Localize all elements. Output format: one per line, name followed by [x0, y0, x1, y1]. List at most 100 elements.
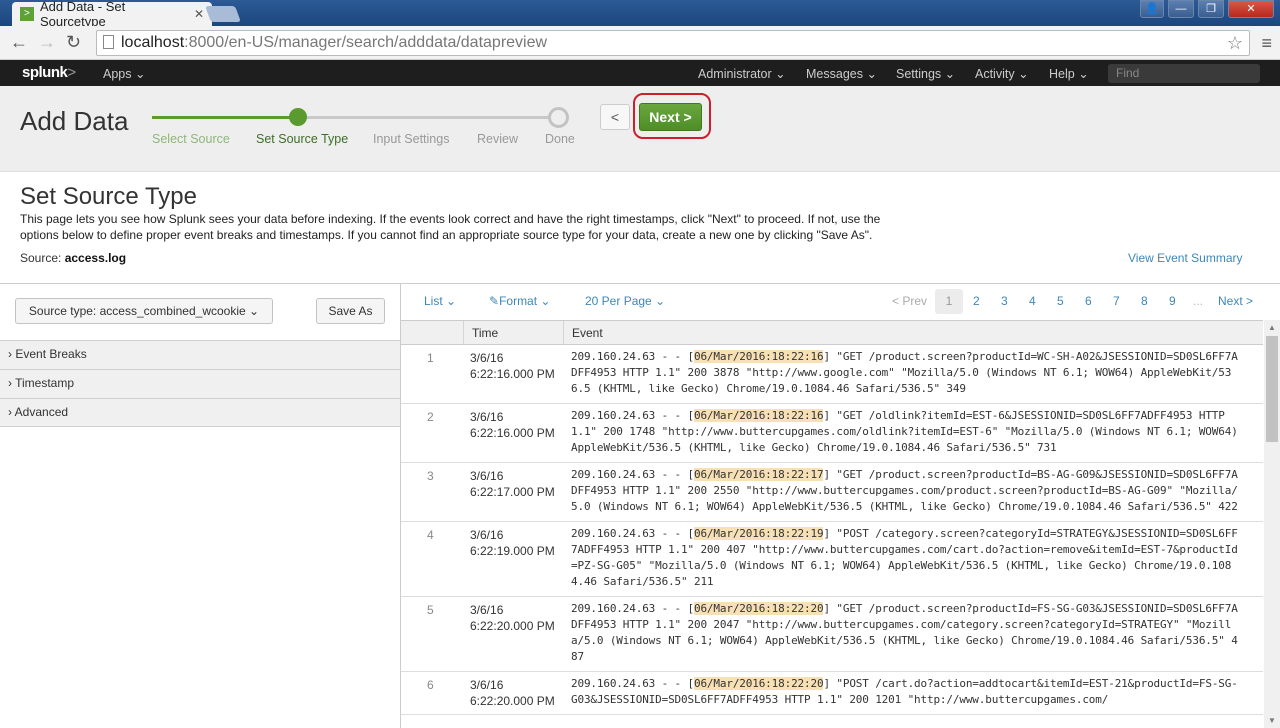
event-timestamp-highlight: 06/Mar/2016:18:22:19 — [693, 527, 824, 540]
browser-menu-icon[interactable]: ≡ — [1261, 33, 1272, 54]
page-title: Add Data — [20, 106, 129, 136]
back-button[interactable]: < — [600, 104, 630, 130]
page-3-button[interactable]: 3 — [1001, 294, 1008, 308]
row-number: 3 — [427, 469, 434, 483]
row-event: 209.160.24.63 - - [06/Mar/2016:18:22:16]… — [571, 349, 1241, 397]
row-number: 1 — [427, 351, 434, 365]
section-title: Set Source Type — [20, 183, 197, 210]
row-time: 3/6/16 6:22:20.000 PM — [470, 677, 555, 709]
page-8-button[interactable]: 8 — [1141, 294, 1148, 308]
chevron-down-icon: ⌄ — [1078, 67, 1089, 81]
table-row[interactable]: 3 3/6/16 6:22:17.000 PM 209.160.24.63 - -… — [401, 463, 1263, 522]
table-row[interactable]: 2 3/6/16 6:22:16.000 PM 209.160.24.63 - -… — [401, 404, 1263, 463]
page-4-button[interactable]: 4 — [1029, 294, 1036, 308]
pencil-icon: ✎ — [489, 294, 500, 308]
row-event: 209.160.24.63 - - [06/Mar/2016:18:22:16]… — [571, 408, 1241, 456]
format-dropdown[interactable]: ✎Format ⌄ — [489, 294, 550, 308]
page-2-button[interactable]: 2 — [973, 294, 980, 308]
row-event: 209.160.24.63 - - [06/Mar/2016:18:22:19]… — [571, 526, 1241, 590]
next-page-button[interactable]: Next > — [1218, 294, 1253, 308]
current-step-dot — [289, 108, 307, 126]
minimize-button[interactable]: — — [1168, 0, 1194, 18]
step-input-settings: Input Settings — [373, 132, 450, 146]
chevron-right-icon: › — [8, 405, 12, 419]
page-1-button[interactable]: 1 — [935, 289, 963, 314]
table-row[interactable]: 6 3/6/16 6:22:20.000 PM 209.160.24.63 - -… — [401, 672, 1263, 715]
row-date: 3/6/16 — [470, 528, 504, 542]
section-label: Advanced — [14, 405, 69, 419]
source-info: Source: access.log — [20, 251, 126, 265]
close-window-button[interactable]: ✕ — [1228, 0, 1274, 18]
row-timestamp: 6:22:20.000 PM — [470, 694, 555, 708]
settings-menu[interactable]: Settings ⌄ — [896, 66, 955, 81]
user-profile-icon[interactable]: 👤 — [1140, 0, 1164, 18]
page-7-button[interactable]: 7 — [1113, 294, 1120, 308]
row-time: 3/6/16 6:22:16.000 PM — [470, 409, 555, 441]
new-tab-button[interactable] — [205, 6, 241, 22]
activity-menu[interactable]: Activity ⌄ — [975, 66, 1029, 81]
close-tab-icon[interactable]: ✕ — [194, 7, 204, 21]
column-header-time: Time — [463, 321, 563, 345]
menu-label: Administrator — [698, 67, 772, 81]
row-time: 3/6/16 6:22:16.000 PM — [470, 350, 555, 382]
events-scrollbar[interactable]: ▲ ▼ — [1264, 320, 1280, 728]
event-breaks-section[interactable]: › Event Breaks — [0, 340, 400, 369]
source-type-label: Source type: access_combined_wcookie — [28, 304, 246, 318]
section-label: Event Breaks — [15, 347, 87, 361]
advanced-section[interactable]: › Advanced — [0, 398, 400, 427]
chevron-down-icon: ⌄ — [866, 67, 877, 81]
event-prefix: 209.160.24.63 - - [ — [571, 350, 694, 363]
url-input[interactable]: localhost:8000/en-US/manager/search/addd… — [96, 30, 1250, 56]
page-ellipsis: ... — [1193, 294, 1204, 308]
page-9-button[interactable]: 9 — [1169, 294, 1176, 308]
event-timestamp-highlight: 06/Mar/2016:18:22:20 — [693, 677, 824, 690]
page-icon — [103, 35, 114, 49]
column-header-index — [401, 321, 463, 345]
splunk-logo[interactable]: splunk> — [22, 64, 76, 81]
browser-tab[interactable]: > Add Data - Set Sourcetype ✕ — [12, 0, 212, 29]
find-input[interactable]: Find — [1108, 64, 1260, 83]
messages-menu[interactable]: Messages ⌄ — [806, 66, 877, 81]
list-label: List — [424, 294, 443, 308]
scroll-down-arrow-icon[interactable]: ▼ — [1268, 716, 1276, 725]
row-timestamp: 6:22:19.000 PM — [470, 544, 555, 558]
table-row[interactable]: 1 3/6/16 6:22:16.000 PM 209.160.24.63 - -… — [401, 345, 1263, 404]
apps-menu[interactable]: Apps ⌄ — [103, 66, 145, 81]
list-dropdown[interactable]: List ⌄ — [424, 294, 456, 308]
forward-arrow-icon[interactable]: → — [38, 32, 56, 53]
event-timestamp-highlight: 06/Mar/2016:18:22:20 — [693, 602, 824, 615]
view-event-summary-link[interactable]: View Event Summary — [1128, 251, 1243, 265]
splunk-nav-bar: splunk> Apps ⌄ Administrator ⌄ Messages … — [0, 60, 1280, 86]
event-prefix: 209.160.24.63 - - [ — [571, 409, 694, 422]
table-row[interactable]: 4 3/6/16 6:22:19.000 PM 209.160.24.63 - -… — [401, 522, 1263, 597]
chevron-down-icon: ⌄ — [540, 294, 551, 308]
row-date: 3/6/16 — [470, 410, 504, 424]
chevron-down-icon: ⌄ — [1018, 67, 1029, 81]
prev-page-button[interactable]: < Prev — [892, 294, 927, 308]
events-table-body: 1 3/6/16 6:22:16.000 PM 209.160.24.63 - -… — [401, 345, 1263, 715]
menu-label: Messages — [806, 67, 863, 81]
per-page-dropdown[interactable]: 20 Per Page ⌄ — [585, 294, 665, 308]
bookmark-star-icon[interactable]: ☆ — [1227, 31, 1243, 55]
row-number: 2 — [427, 410, 434, 424]
reload-icon[interactable]: ↻ — [66, 32, 81, 53]
save-as-button[interactable]: Save As — [316, 298, 385, 324]
column-header-event: Event — [563, 321, 1263, 345]
page-6-button[interactable]: 6 — [1085, 294, 1092, 308]
page-5-button[interactable]: 5 — [1057, 294, 1064, 308]
back-arrow-icon[interactable]: ← — [10, 32, 28, 53]
scroll-up-arrow-icon[interactable]: ▲ — [1268, 323, 1276, 332]
event-prefix: 209.160.24.63 - - [ — [571, 527, 694, 540]
help-menu[interactable]: Help ⌄ — [1049, 66, 1089, 81]
table-row[interactable]: 5 3/6/16 6:22:20.000 PM 209.160.24.63 - -… — [401, 597, 1263, 672]
administrator-menu[interactable]: Administrator ⌄ — [698, 66, 786, 81]
next-button[interactable]: Next > — [639, 103, 702, 131]
chevron-right-icon: › — [8, 347, 12, 361]
scrollbar-thumb[interactable] — [1266, 336, 1278, 442]
source-type-dropdown[interactable]: Source type: access_combined_wcookie ⌄ — [15, 298, 273, 324]
maximize-button[interactable]: ❐ — [1198, 0, 1224, 18]
progress-track-done — [152, 116, 298, 119]
timestamp-section[interactable]: › Timestamp — [0, 369, 400, 398]
section-description: This page lets you see how Splunk sees y… — [20, 212, 881, 242]
step-set-source-type: Set Source Type — [256, 132, 349, 146]
